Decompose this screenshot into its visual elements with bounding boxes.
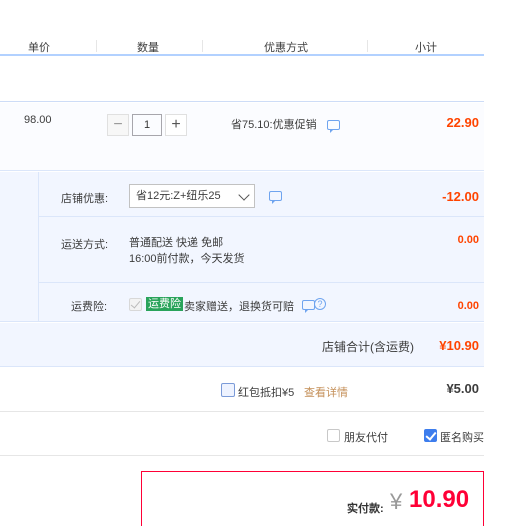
insurance-chat-icon[interactable]: [302, 300, 315, 313]
cart-item-row: [0, 103, 484, 171]
shop-coupon-label: 店铺优惠:: [61, 193, 109, 205]
chevron-down-icon: [238, 189, 250, 201]
insurance-amount: 0.00: [457, 300, 479, 312]
shipping-amount: 0.00: [457, 234, 479, 246]
item-subtotal: 22.90: [446, 115, 479, 130]
shop-coupon-amount: -12.00: [442, 189, 479, 204]
shipping-method-line2: 16:00前付款，今天发货: [129, 253, 245, 265]
shop-total-label: 店铺合计(含运费): [322, 340, 414, 354]
row-divider: [38, 216, 484, 217]
unit-price: 98.00: [24, 114, 52, 126]
pay-currency: ¥: [390, 489, 403, 514]
shop-coupon-select[interactable]: 省12元:Z+纽乐25: [129, 184, 255, 208]
help-icon[interactable]: ?: [314, 298, 326, 310]
insurance-text: 卖家赠送，退换货可赔: [184, 301, 294, 313]
shop-total-amount: ¥10.90: [439, 338, 479, 353]
row-divider: [38, 282, 484, 283]
redpacket-checkbox[interactable]: [221, 383, 235, 397]
redpacket-amount: ¥5.00: [446, 381, 479, 396]
insurance-label: 运费险:: [71, 301, 108, 313]
col-separator: [367, 40, 368, 52]
col-header-quantity: 数量: [137, 42, 159, 54]
shipping-label: 运送方式:: [61, 239, 109, 251]
promo-info-icon[interactable]: [327, 120, 340, 133]
shop-coupon-selected: 省12元:Z+纽乐25: [136, 190, 221, 202]
quantity-decrease-button[interactable]: −: [107, 114, 129, 136]
col-header-price: 单价: [28, 42, 50, 54]
anonymous-checkbox[interactable]: [424, 429, 437, 442]
promo-text: 省75.10:优惠促销: [231, 119, 317, 131]
friend-pay-label: 朋友代付: [344, 432, 388, 444]
purchase-options-row: [0, 412, 484, 456]
redpacket-label: 红包抵扣¥5: [238, 387, 295, 399]
insurance-checkbox[interactable]: [129, 298, 142, 311]
pay-label: 实付款:: [347, 503, 384, 515]
item-spacer: [0, 56, 484, 102]
insurance-badge: 运费险: [146, 297, 183, 311]
quantity-input[interactable]: 1: [132, 114, 162, 136]
friend-pay-checkbox[interactable]: [327, 429, 340, 442]
quantity-stepper[interactable]: − 1 +: [107, 114, 187, 136]
redpacket-details-link[interactable]: 查看详情: [304, 384, 348, 400]
col-separator: [96, 40, 97, 52]
shipping-method-line1: 普通配送 快递 免邮: [129, 237, 224, 249]
quantity-increase-button[interactable]: +: [165, 114, 187, 136]
coupon-chat-icon[interactable]: [269, 191, 282, 204]
col-header-discount: 优惠方式: [264, 42, 308, 54]
pay-amount: 10.90: [409, 486, 470, 513]
cart-table-header: 单价 数量 优惠方式 小计: [0, 0, 484, 56]
shipping-method: 普通配送 快递 免邮 16:00前付款，今天发货: [129, 235, 245, 267]
anonymous-label: 匿名购买: [440, 432, 484, 444]
col-header-subtotal: 小计: [415, 42, 437, 54]
col-separator: [202, 40, 203, 52]
